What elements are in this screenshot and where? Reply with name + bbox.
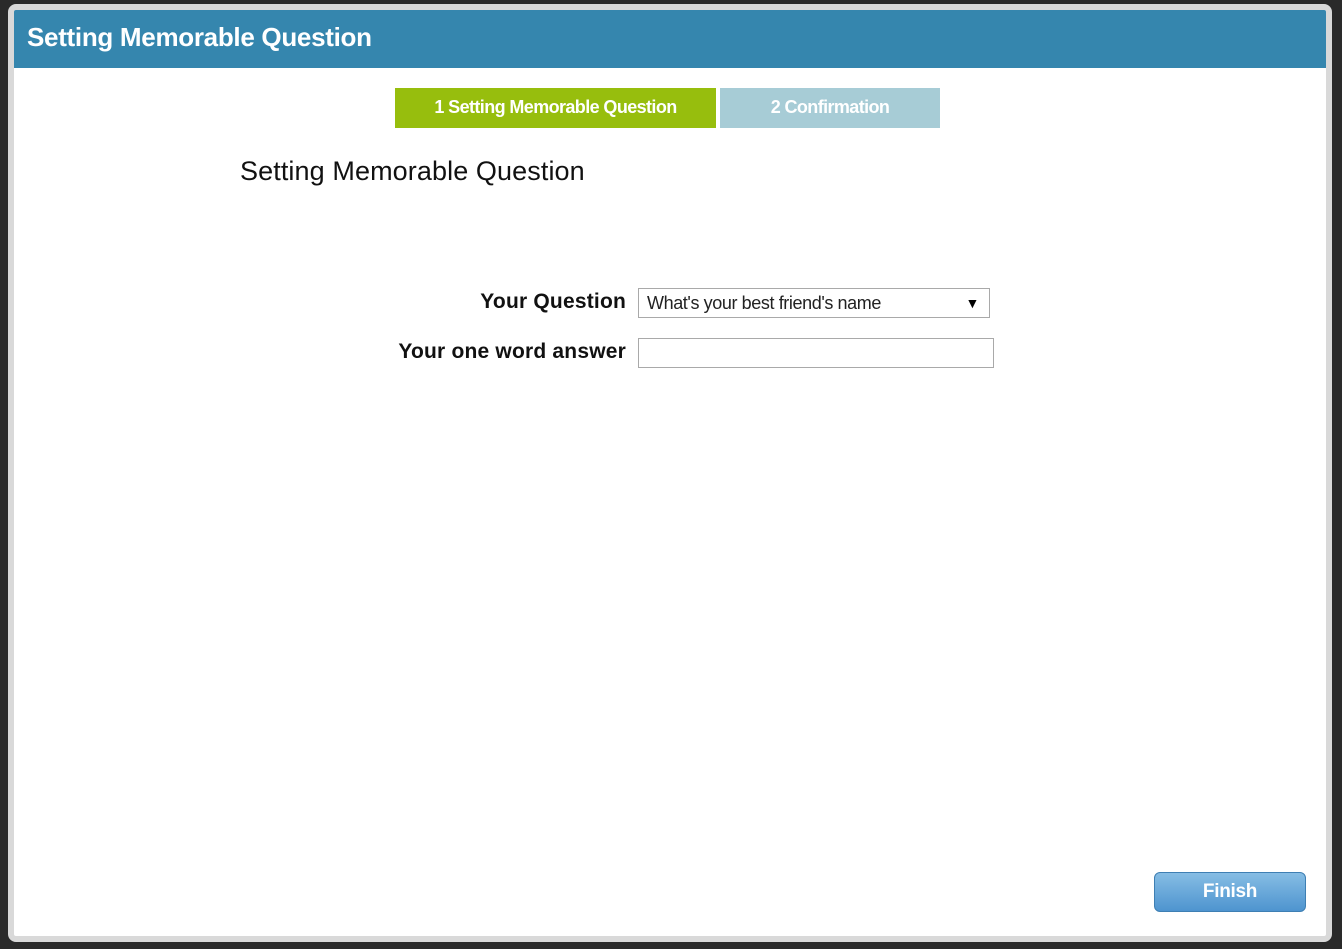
step-2-tab: 2 Confirmation <box>720 88 940 128</box>
question-row: Your Question What's your best friend's … <box>14 286 1326 318</box>
window-title: Setting Memorable Question <box>27 22 372 52</box>
question-select-value: What's your best friend's name <box>647 293 881 313</box>
chevron-down-icon: ▼ <box>965 295 980 311</box>
question-label: Your Question <box>480 290 626 313</box>
step-indicator: 1 Setting Memorable Question 2 Confirmat… <box>395 88 940 128</box>
question-select[interactable]: What's your best friend's name ▼ <box>638 288 990 318</box>
answer-label: Your one word answer <box>398 340 626 363</box>
page-title: Setting Memorable Question <box>240 156 585 186</box>
answer-input[interactable] <box>638 338 994 368</box>
title-bar: Setting Memorable Question <box>14 10 1326 68</box>
dialog-window: Setting Memorable Question 1 Setting Mem… <box>8 4 1332 942</box>
answer-row: Your one word answer <box>14 336 1326 368</box>
step-1-tab: 1 Setting Memorable Question <box>395 88 716 128</box>
finish-button[interactable]: Finish <box>1154 872 1306 912</box>
